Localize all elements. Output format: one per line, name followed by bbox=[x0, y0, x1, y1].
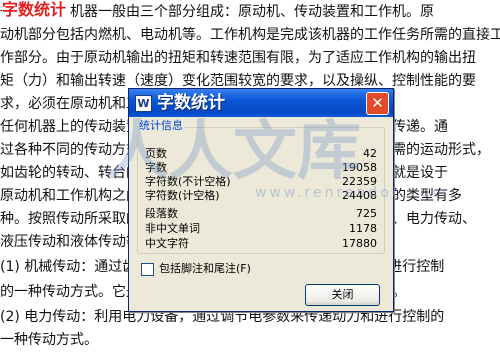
close-icon[interactable]: ✕ bbox=[366, 92, 389, 115]
stat-value: 19058 bbox=[342, 161, 377, 174]
stat-label: 中文字符 bbox=[145, 237, 189, 250]
stat-label: 字符数(不计空格) bbox=[145, 175, 231, 188]
dialog-titlebar[interactable]: W 字数统计 ✕ bbox=[129, 89, 393, 117]
doc-red-label: 字数统计 bbox=[2, 0, 71, 20]
stat-row-pages: 页数 42 bbox=[145, 147, 377, 160]
stat-row-words: 字数 19058 bbox=[145, 161, 377, 174]
stat-row-chars-with-spaces: 字符数(计空格) 24408 bbox=[145, 189, 377, 202]
stat-value: 1178 bbox=[349, 222, 377, 235]
close-button[interactable]: 关闭 bbox=[305, 284, 380, 306]
word-count-dialog: W 字数统计 ✕ 统计信息 页数 42 字数 19058 字符数(不计空格) 2… bbox=[128, 88, 394, 312]
stat-label: 页数 bbox=[145, 147, 167, 160]
stat-value: 42 bbox=[363, 147, 377, 160]
stat-label: 非中文单词 bbox=[145, 222, 200, 235]
stat-label: 字数 bbox=[145, 161, 167, 174]
stat-label: 段落数 bbox=[145, 207, 178, 220]
stat-row-chars-no-spaces: 字符数(不计空格) 22359 bbox=[145, 175, 377, 188]
doc-line: 一种传动方式。 bbox=[0, 332, 98, 348]
stat-row-chinese-chars: 中文字符 17880 bbox=[145, 237, 377, 250]
include-footnotes-checkbox[interactable] bbox=[141, 263, 154, 276]
stat-row-non-chinese-words: 非中文单词 1178 bbox=[145, 222, 377, 235]
statistics-group-title: 统计信息 bbox=[137, 119, 185, 133]
doc-line: 作部分。由于原动机输出的扭矩和转速范围有限，为了适应工作机构的输出扭 bbox=[0, 50, 476, 66]
stat-label: 字符数(计空格) bbox=[145, 189, 220, 202]
stat-value: 725 bbox=[356, 207, 377, 220]
stat-value: 22359 bbox=[342, 175, 377, 188]
doc-line: 一般而言，机器一般由三个部分组成：原动机、传动装置和工作机。原 bbox=[0, 4, 434, 20]
stat-value: 17880 bbox=[342, 237, 377, 250]
include-footnotes-label[interactable]: 包括脚注和尾注(F) bbox=[159, 262, 251, 276]
doc-line: 动机部分包括内燃机、电动机等。工作机构是完成该机器的工作任务所需的直接工 bbox=[0, 27, 500, 43]
stat-value: 24408 bbox=[342, 189, 377, 202]
stat-row-paragraphs: 段落数 725 bbox=[145, 207, 377, 220]
word-app-icon: W bbox=[135, 95, 152, 112]
dialog-title: 字数统计 bbox=[157, 93, 225, 113]
